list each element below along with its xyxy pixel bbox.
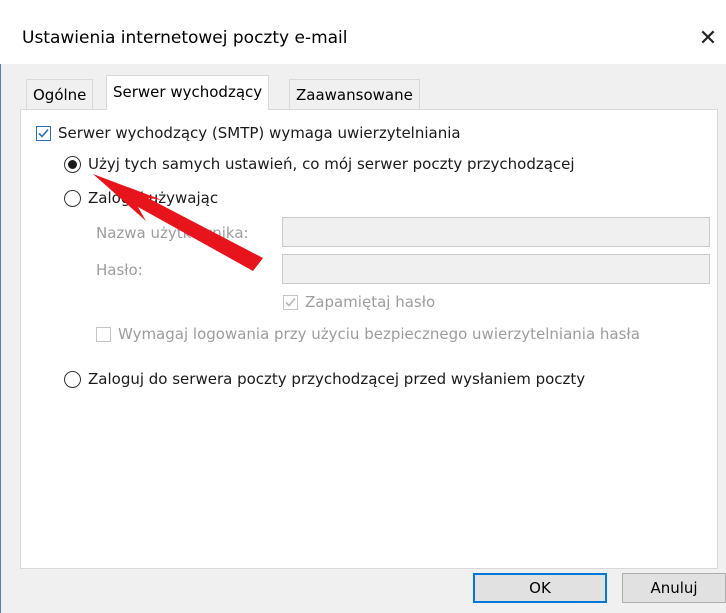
requires-auth-row[interactable]: Serwer wychodzący (SMTP) wymaga uwierzyt…: [36, 124, 461, 142]
tab-advanced[interactable]: Zaawansowane: [289, 79, 420, 109]
window-title: Ustawienia internetowej poczty e-mail: [22, 28, 348, 48]
tab-label: Serwer wychodzący: [113, 83, 263, 101]
cancel-button-label: Anuluj: [650, 579, 698, 597]
title-bar: Ustawienia internetowej poczty e-mail ✕: [0, 0, 726, 64]
require-spa-checkbox[interactable]: [96, 326, 111, 342]
checkmark-icon: [285, 297, 296, 307]
radio-same-settings-label: Użyj tych samych ustawień, co mój serwer…: [88, 155, 575, 173]
radio-login-incoming-first-label: Zaloguj do serwera poczty przychodzącej …: [88, 370, 586, 388]
ok-button-label: OK: [529, 579, 551, 597]
remember-password-label: Zapamiętaj hasło: [305, 293, 436, 311]
require-spa-label: Wymagaj logowania przy użyciu bezpieczne…: [118, 325, 640, 343]
requires-auth-label: Serwer wychodzący (SMTP) wymaga uwierzyt…: [58, 124, 461, 142]
checkmark-icon: [38, 128, 49, 138]
tab-panel-outgoing: Serwer wychodzący (SMTP) wymaga uwierzyt…: [20, 109, 718, 569]
password-label: Hasło:: [96, 261, 143, 279]
radio-same-settings[interactable]: [64, 155, 81, 173]
close-button[interactable]: ✕: [690, 20, 726, 56]
remember-password-row[interactable]: Zapamiętaj hasło: [283, 293, 435, 311]
radio-login-using-label: Zaloguj używając: [88, 189, 219, 207]
radio-selected-dot: [68, 159, 77, 169]
window-border: [0, 64, 1, 613]
tab-label: Zaawansowane: [296, 86, 413, 104]
username-field[interactable]: [282, 217, 710, 247]
radio-login-incoming-first[interactable]: [64, 370, 81, 388]
remember-password-checkbox[interactable]: [283, 294, 298, 310]
requires-auth-checkbox[interactable]: [36, 125, 51, 141]
require-spa-row[interactable]: Wymagaj logowania przy użyciu bezpieczne…: [96, 325, 640, 343]
cancel-button[interactable]: Anuluj: [622, 573, 726, 603]
password-field[interactable]: [282, 254, 710, 284]
radio-login-using-row[interactable]: Zaloguj używając: [64, 189, 218, 207]
close-icon: ✕: [698, 25, 718, 51]
tab-outgoing-server[interactable]: Serwer wychodzący: [106, 75, 270, 110]
tab-general[interactable]: Ogólne: [26, 79, 94, 109]
radio-same-settings-row[interactable]: Użyj tych samych ustawień, co mój serwer…: [64, 155, 575, 173]
radio-login-using[interactable]: [64, 189, 81, 207]
username-label: Nazwa użytkownika:: [96, 224, 249, 242]
ok-button[interactable]: OK: [473, 573, 607, 603]
tab-label: Ogólne: [33, 86, 87, 104]
radio-login-incoming-first-row[interactable]: Zaloguj do serwera poczty przychodzącej …: [64, 370, 585, 388]
